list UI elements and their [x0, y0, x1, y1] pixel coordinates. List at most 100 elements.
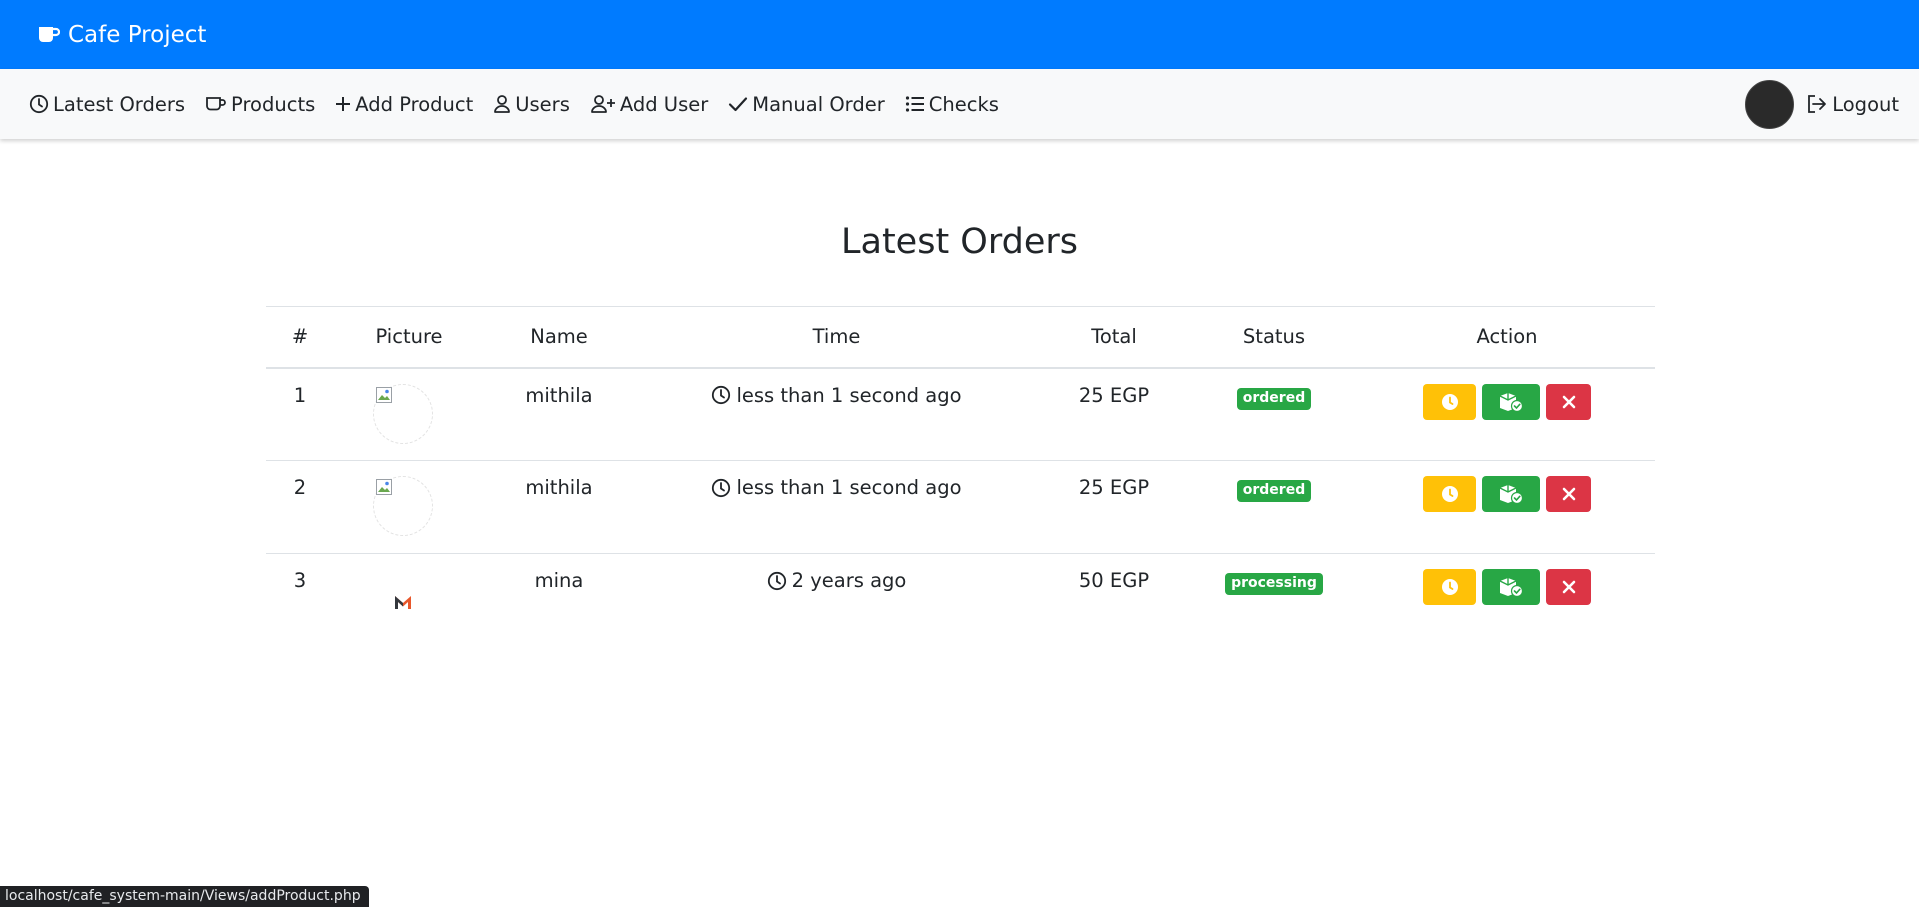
nav-products[interactable]: Products — [205, 93, 315, 116]
list-icon — [905, 96, 924, 112]
order-total: 25 EGP — [1039, 367, 1189, 461]
order-time-cell: 2 years ago — [634, 554, 1039, 647]
logout-link[interactable]: Logout — [1806, 93, 1899, 116]
order-actions — [1423, 476, 1591, 512]
table-row: 2 mithila less than 1 second ago 25 EGP … — [266, 460, 1655, 554]
order-time: less than 1 second ago — [736, 476, 962, 499]
clock-icon — [29, 94, 49, 114]
status-badge: processing — [1225, 573, 1323, 595]
brand-title: Cafe Project — [68, 21, 207, 48]
column-header-status: Status — [1189, 306, 1359, 369]
user-icon — [494, 95, 511, 113]
order-picture — [373, 476, 433, 536]
nav-products-label: Products — [231, 92, 316, 116]
order-name: mithila — [484, 367, 634, 461]
logout-label: Logout — [1832, 92, 1899, 116]
order-index: 3 — [293, 569, 307, 592]
close-icon — [1562, 395, 1575, 408]
clock-icon — [1441, 579, 1458, 595]
column-header-time: Time — [634, 306, 1039, 369]
brand-link[interactable]: Cafe Project — [38, 22, 206, 48]
order-status-cell: processing — [1189, 554, 1359, 647]
user-plus-icon — [590, 95, 615, 113]
nav-add-user[interactable]: Add User — [590, 93, 708, 116]
nav-links: Latest Orders Products Add Product Users… — [29, 93, 1019, 116]
top-header: Cafe Project — [0, 0, 1919, 69]
orders-table: # Picture Name Time Total Status Action … — [266, 306, 1655, 647]
box-check-icon — [1499, 392, 1524, 412]
clock-icon — [712, 478, 731, 497]
order-total: 50 EGP — [1078, 569, 1150, 592]
order-picture-cell — [334, 367, 484, 461]
order-time-cell: less than 1 second ago — [634, 460, 1039, 554]
nav-user-area: Logout — [1745, 79, 1899, 129]
order-name: mina — [534, 569, 584, 592]
clock-icon — [767, 571, 786, 590]
order-picture-cell — [334, 554, 484, 647]
order-time: less than 1 second ago — [736, 383, 962, 407]
column-header-action: Action — [1359, 306, 1655, 369]
set-processing-button[interactable] — [1423, 383, 1476, 420]
cancel-order-button[interactable] — [1546, 383, 1591, 420]
clock-icon — [1441, 393, 1458, 410]
check-icon — [729, 97, 748, 112]
mark-delivered-button[interactable] — [1482, 476, 1540, 512]
nav-add-product-label: Add Product — [355, 92, 474, 116]
order-name: mithila — [484, 460, 634, 554]
mark-delivered-button[interactable] — [1482, 569, 1540, 605]
broken-image-icon — [376, 386, 392, 403]
page-title: Latest Orders — [841, 222, 1078, 262]
box-check-icon — [1499, 578, 1524, 598]
column-header-index: # — [266, 306, 334, 369]
order-actions-cell — [1359, 460, 1655, 554]
cancel-order-button[interactable] — [1546, 569, 1591, 605]
nav-users[interactable]: Users — [493, 93, 570, 116]
order-picture-cell — [334, 460, 484, 554]
order-status-cell: ordered — [1189, 460, 1359, 554]
table-header-row: # Picture Name Time Total Status Action — [266, 306, 1655, 369]
nav-users-label: Users — [515, 92, 570, 116]
table-row: 3 mina 2 years ago 50 EGP processing — [266, 554, 1655, 647]
nav-checks[interactable]: Checks — [905, 93, 999, 116]
set-processing-button[interactable] — [1423, 476, 1476, 512]
nav-add-user-label: Add User — [619, 92, 709, 116]
mark-delivered-button[interactable] — [1482, 383, 1540, 420]
logout-icon — [1808, 95, 1827, 113]
column-header-total: Total — [1039, 306, 1189, 369]
order-index: 1 — [266, 367, 334, 461]
order-actions — [1423, 383, 1591, 420]
order-index: 2 — [266, 460, 334, 554]
set-processing-button[interactable] — [1423, 569, 1476, 605]
order-status-cell: ordered — [1189, 367, 1359, 461]
status-badge: ordered — [1236, 480, 1312, 502]
order-actions-cell — [1359, 367, 1655, 461]
column-header-name: Name — [484, 306, 634, 369]
table-row: 1 mithila less than 1 second ago 25 EGP … — [266, 367, 1655, 461]
order-total: 25 EGP — [1039, 460, 1189, 554]
close-icon — [1562, 487, 1575, 501]
order-actions-cell — [1359, 554, 1655, 647]
broken-image-icon — [376, 479, 392, 495]
box-check-icon — [1499, 485, 1524, 505]
cancel-order-button[interactable] — [1546, 476, 1591, 512]
m-logo-icon — [395, 596, 411, 609]
column-header-picture: Picture — [334, 306, 484, 369]
order-picture — [373, 569, 433, 629]
nav-latest-orders[interactable]: Latest Orders — [29, 93, 185, 116]
main-navbar: Latest Orders Products Add Product Users… — [0, 69, 1919, 139]
close-icon — [1562, 580, 1575, 594]
nav-manual-order-label: Manual Order — [752, 92, 885, 116]
avatar[interactable] — [1745, 79, 1795, 129]
order-time: 2 years ago — [791, 569, 907, 592]
plus-icon — [336, 97, 351, 111]
order-time-cell: less than 1 second ago — [634, 367, 1039, 461]
nav-checks-label: Checks — [928, 92, 999, 116]
nav-manual-order[interactable]: Manual Order — [728, 92, 885, 116]
browser-status-url: localhost/cafe_system-main/Views/addProd… — [0, 886, 369, 907]
nav-add-product[interactable]: Add Product — [335, 93, 473, 116]
order-picture — [373, 383, 433, 444]
clock-icon — [712, 385, 731, 405]
status-badge: ordered — [1236, 387, 1312, 410]
order-actions — [1423, 569, 1591, 605]
mug-icon — [39, 26, 60, 42]
